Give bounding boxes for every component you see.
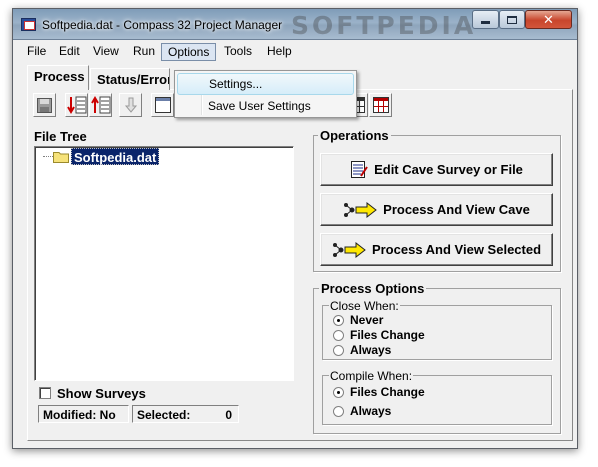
process-view-selected-label: Process And View Selected — [371, 242, 542, 257]
file-tree-view[interactable]: Softpedia.dat — [34, 146, 294, 381]
menu-tools[interactable]: Tools — [218, 43, 258, 61]
close-files-change-radio[interactable] — [333, 330, 344, 341]
table-red-button[interactable] — [369, 93, 392, 117]
process-arrow-icon — [332, 241, 366, 258]
sort-up-button[interactable] — [89, 93, 112, 117]
process-view-cave-button[interactable]: Process And View Cave — [320, 193, 553, 226]
tree-item-root[interactable]: Softpedia.dat — [71, 148, 160, 165]
table-button[interactable] — [151, 93, 174, 117]
menu-help[interactable]: Help — [261, 43, 298, 61]
sort-up-icon — [90, 96, 110, 114]
compass-app-icon[interactable] — [21, 18, 36, 31]
menu-item-settings[interactable]: Settings... — [177, 73, 354, 95]
menu-view[interactable]: View — [87, 43, 125, 61]
menu-edit[interactable]: Edit — [53, 43, 86, 61]
process-options-label: Process Options — [319, 281, 427, 296]
watermark: SOFTPEDIA — [291, 11, 477, 40]
options-menu-dropdown: Settings... Save User Settings — [174, 70, 357, 118]
close-button[interactable]: ✕ — [525, 10, 572, 29]
process-view-selected-button[interactable]: Process And View Selected — [320, 233, 553, 266]
selected-status: Selected: 0 — [132, 405, 239, 423]
window-title: Softpedia.dat - Compass 32 Project Manag… — [42, 18, 283, 32]
move-down-button[interactable] — [119, 93, 142, 117]
minimize-button[interactable] — [472, 10, 499, 29]
menu-item-save-user-settings[interactable]: Save User Settings — [177, 95, 354, 117]
table-red-icon — [372, 97, 389, 113]
compile-always-radio[interactable] — [333, 406, 344, 417]
show-surveys-checkbox[interactable] — [39, 387, 51, 399]
close-always-label[interactable]: Always — [350, 343, 391, 357]
menu-options[interactable]: Options — [161, 43, 217, 61]
menu-run[interactable]: Run — [127, 43, 161, 61]
close-when-label: Close When: — [329, 299, 400, 313]
sort-down-icon — [66, 96, 86, 114]
edit-cave-survey-button[interactable]: Edit Cave Survey or File — [320, 153, 553, 186]
operations-label: Operations — [318, 128, 391, 143]
maximize-icon — [507, 15, 517, 24]
close-never-label[interactable]: Never — [350, 313, 383, 327]
folder-icon — [53, 152, 69, 163]
tab-process[interactable]: Process — [27, 65, 89, 90]
save-icon — [37, 97, 52, 113]
document-edit-icon — [351, 160, 368, 178]
close-icon: ✕ — [543, 12, 554, 27]
table-icon — [154, 97, 171, 113]
modified-status: Modified: No — [38, 405, 129, 423]
show-surveys-label[interactable]: Show Surveys — [57, 386, 146, 401]
compile-always-label[interactable]: Always — [350, 404, 391, 418]
tab-status-errors[interactable]: Status/Errors — [90, 68, 170, 90]
process-view-cave-label: Process And View Cave — [383, 202, 530, 217]
sort-down-button[interactable] — [65, 93, 88, 117]
title-bar[interactable]: Softpedia.dat - Compass 32 Project Manag… — [13, 9, 577, 40]
close-always-radio[interactable] — [333, 345, 344, 356]
selected-label: Selected: — [137, 408, 191, 422]
selected-count: 0 — [225, 408, 232, 422]
compile-files-change-label[interactable]: Files Change — [350, 385, 425, 399]
edit-cave-survey-label: Edit Cave Survey or File — [374, 162, 523, 177]
process-arrow-icon — [344, 201, 377, 218]
compile-files-change-radio[interactable] — [333, 387, 344, 398]
move-down-icon — [124, 97, 137, 113]
close-never-radio[interactable] — [333, 315, 344, 326]
menu-bar: File Edit View Run Options Tools Help — [13, 41, 577, 62]
maximize-button[interactable] — [499, 10, 525, 29]
minimize-icon — [481, 21, 490, 24]
save-button[interactable] — [33, 93, 56, 117]
menu-file[interactable]: File — [21, 43, 52, 61]
compile-when-label: Compile When: — [329, 369, 414, 383]
main-window: Softpedia.dat - Compass 32 Project Manag… — [12, 8, 578, 449]
close-files-change-label[interactable]: Files Change — [350, 328, 425, 342]
file-tree-label: File Tree — [34, 129, 87, 144]
